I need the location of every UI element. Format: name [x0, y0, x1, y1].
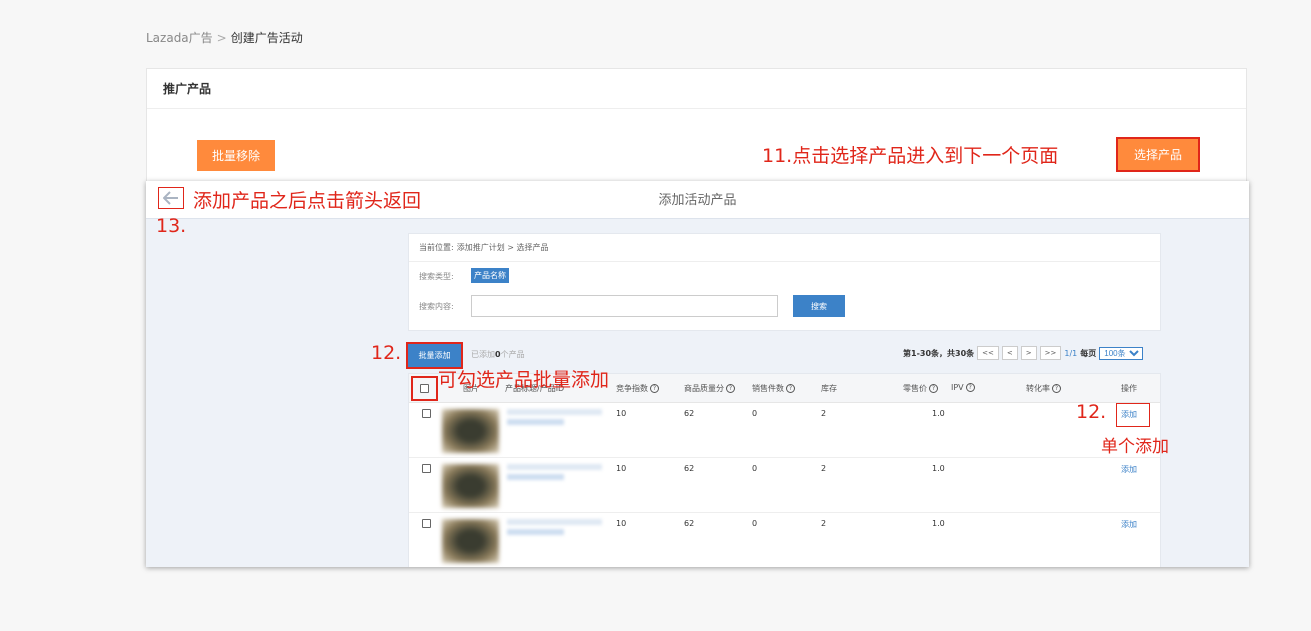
select-all-checkbox[interactable]	[420, 384, 429, 393]
col-competition[interactable]: 竞争指数?	[616, 383, 659, 394]
cell-stock: 2	[821, 464, 827, 473]
annotation-step-13-number: 13.	[156, 215, 187, 237]
location-breadcrumb: 当前位置: 添加推广计划 > 选择产品	[419, 242, 549, 253]
row-checkbox[interactable]	[422, 519, 431, 528]
cell-competition: 10	[616, 409, 627, 418]
breadcrumb: Lazada广告 > 创建广告活动	[146, 29, 303, 46]
select-products-button[interactable]: 选择产品	[1116, 137, 1200, 172]
added-count-text: 已添加0个产品	[471, 349, 525, 360]
question-circle-icon: ?	[726, 384, 735, 393]
table-row: 10 62 0 2 1.0 添加	[409, 458, 1160, 513]
breadcrumb-root[interactable]: Lazada广告	[146, 29, 213, 46]
col-conversion[interactable]: 转化率?	[1026, 383, 1061, 394]
col-stock[interactable]: 库存	[821, 383, 837, 394]
col-sales-label: 销售件数	[752, 384, 784, 393]
col-quality[interactable]: 商品质量分?	[684, 383, 735, 394]
annotation-step-11: 11.点击选择产品进入到下一个页面	[762, 145, 1059, 167]
col-ipv[interactable]: IPV?	[951, 383, 975, 392]
search-input[interactable]	[471, 295, 778, 317]
question-circle-icon: ?	[1052, 384, 1061, 393]
per-page-label: 每页	[1080, 348, 1097, 358]
product-title-blurred[interactable]	[507, 409, 602, 435]
question-circle-icon: ?	[965, 383, 975, 392]
row-checkbox[interactable]	[422, 464, 431, 473]
col-retail-label: 零售价	[903, 384, 927, 393]
question-circle-icon: ?	[786, 384, 795, 393]
annotation-step-12-single: 单个添加	[1101, 437, 1169, 457]
table-row: 10 62 0 2 1.0 添加	[409, 403, 1160, 458]
prev-page-button[interactable]: <	[1001, 346, 1018, 360]
col-action: 操作	[1121, 384, 1137, 393]
cell-stock: 2	[821, 409, 827, 418]
search-content-label: 搜索内容:	[419, 302, 454, 311]
cell-quality: 62	[684, 464, 695, 473]
cell-competition: 10	[616, 519, 627, 528]
row-checkbox[interactable]	[422, 409, 431, 418]
cell-retail: 1.0	[932, 409, 945, 418]
next-page-button[interactable]: >	[1020, 346, 1037, 360]
table-row: 10 62 0 2 1.0 添加	[409, 513, 1160, 567]
cell-sales: 0	[752, 464, 758, 473]
batch-add-button[interactable]: 批量添加	[406, 342, 463, 369]
col-quality-label: 商品质量分	[684, 384, 724, 393]
added-suffix: 个产品	[500, 350, 525, 359]
breadcrumb-current: 创建广告活动	[230, 31, 303, 45]
product-image[interactable]	[442, 519, 499, 563]
search-button[interactable]: 搜索	[793, 295, 845, 317]
product-image[interactable]	[442, 409, 499, 453]
add-products-panel: 添加产品之后点击箭头返回 添加活动产品 13. 当前位置: 添加推广计划 > 选…	[146, 181, 1249, 567]
product-title-blurred[interactable]	[507, 519, 602, 545]
annotation-step-12-batch: 可勾选产品批量添加	[438, 369, 610, 391]
overlay-title: 添加活动产品	[658, 193, 737, 208]
batch-remove-button[interactable]: 批量移除	[197, 140, 275, 171]
add-link[interactable]: 添加	[1121, 519, 1137, 530]
add-link[interactable]: 添加	[1121, 409, 1137, 420]
annotation-step-12-batch-number: 12.	[371, 342, 402, 364]
last-page-button[interactable]: >>	[1039, 346, 1062, 360]
col-competition-label: 竞争指数	[616, 384, 648, 393]
cell-sales: 0	[752, 409, 758, 418]
divider	[409, 261, 1160, 262]
pagination: 第1-30条，共30条 << < > >> 1/1 每页 100条	[903, 346, 1144, 360]
product-title-blurred[interactable]	[507, 464, 602, 490]
question-circle-icon: ?	[650, 384, 659, 393]
promote-products-card: 推广产品 批量移除 选择产品	[146, 68, 1247, 183]
select-all-wrapper	[411, 376, 438, 401]
search-type-tag[interactable]: 产品名称	[471, 268, 509, 283]
location-path[interactable]: 添加推广计划 > 选择产品	[457, 242, 549, 253]
product-image[interactable]	[442, 464, 499, 508]
product-table: 图片 产品标题/产品ID 竞争指数? 商品质量分? 销售件数? 库存 零售价? …	[408, 373, 1161, 567]
card-title: 推广产品	[147, 69, 1246, 109]
cell-quality: 62	[684, 409, 695, 418]
cell-competition: 10	[616, 464, 627, 473]
per-page-select[interactable]: 100条	[1099, 346, 1144, 360]
page-indicator: 1/1	[1064, 348, 1078, 358]
cell-quality: 62	[684, 519, 695, 528]
cell-stock: 2	[821, 519, 827, 528]
cell-retail: 1.0	[932, 519, 945, 528]
cell-sales: 0	[752, 519, 758, 528]
pagination-range: 第1-30条，共30条	[903, 348, 975, 358]
col-ipv-label: IPV	[951, 383, 964, 392]
annotation-step-12-single-number: 12.	[1076, 401, 1107, 423]
col-retail[interactable]: 零售价?	[903, 383, 938, 394]
col-sales[interactable]: 销售件数?	[752, 383, 795, 394]
breadcrumb-separator: >	[216, 30, 227, 45]
location-label: 当前位置:	[419, 243, 454, 252]
search-type-label: 搜索类型:	[419, 272, 454, 281]
search-panel: 当前位置: 添加推广计划 > 选择产品 搜索类型: 产品名称 搜索内容: 搜索	[408, 233, 1161, 331]
cell-retail: 1.0	[932, 464, 945, 473]
first-page-button[interactable]: <<	[977, 346, 999, 360]
col-conversion-label: 转化率	[1026, 384, 1050, 393]
overlay-header: 添加产品之后点击箭头返回 添加活动产品	[146, 181, 1249, 219]
added-prefix: 已添加	[471, 350, 495, 359]
question-circle-icon: ?	[929, 384, 938, 393]
add-link[interactable]: 添加	[1121, 464, 1137, 475]
